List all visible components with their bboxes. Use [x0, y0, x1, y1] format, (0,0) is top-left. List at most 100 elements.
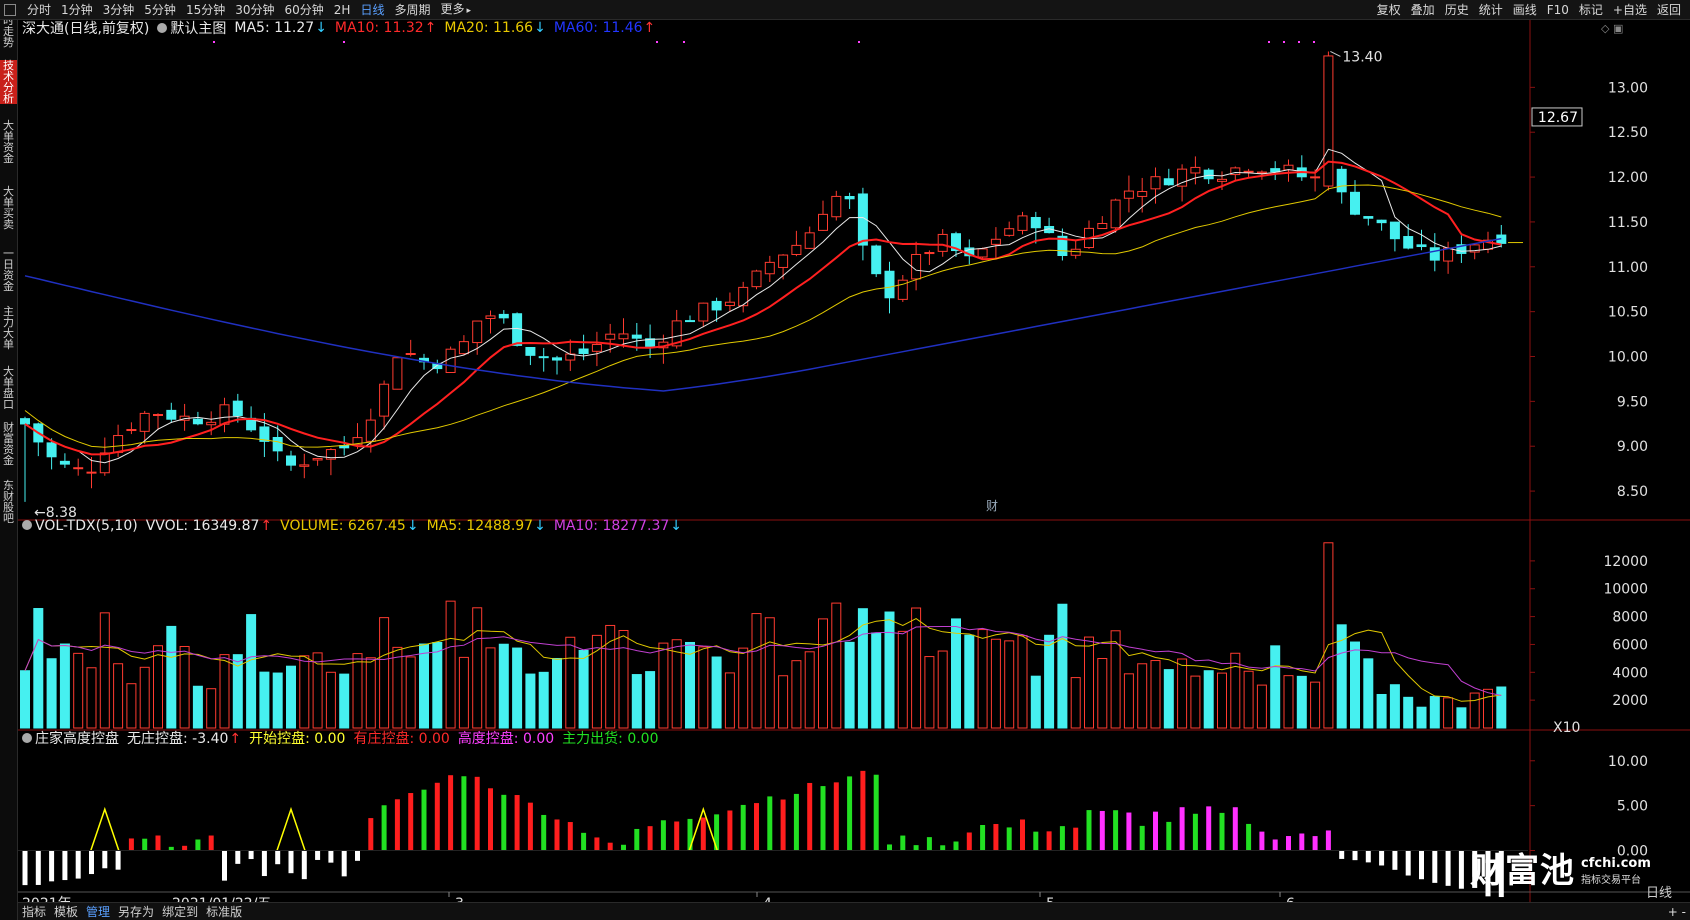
- period-tab-0[interactable]: 分时: [22, 0, 56, 20]
- indicator-bar: [607, 842, 613, 851]
- volume-bar-up: [778, 675, 789, 729]
- indicator-bar: [341, 850, 347, 877]
- candle-down: [1376, 219, 1387, 224]
- ma60-legend: MA60: 11.46: [554, 20, 655, 36]
- indicator-icon: [22, 733, 32, 743]
- indicator-bar: [847, 776, 853, 851]
- indicator-bar: [1458, 850, 1464, 889]
- bottom-tab-3[interactable]: 另存为: [114, 903, 158, 920]
- candle-up: [1004, 228, 1015, 236]
- bottom-tab-1[interactable]: 模板: [50, 903, 82, 920]
- volume-bar-down: [1057, 603, 1068, 729]
- left-nav-item-1[interactable]: 技术分析: [0, 60, 17, 104]
- tool-button-2[interactable]: 历史: [1440, 0, 1474, 20]
- left-nav-item-6[interactable]: 大单盘口: [0, 366, 17, 410]
- volume-bar-up: [658, 642, 669, 729]
- bottom-tab-5[interactable]: 标准版: [202, 903, 246, 920]
- candle-down: [20, 418, 30, 425]
- period-tab-10[interactable]: 更多: [435, 0, 476, 21]
- volume-bar-down: [1203, 670, 1214, 729]
- candle-down: [884, 270, 895, 299]
- period-tab-3[interactable]: 5分钟: [139, 0, 181, 20]
- price-tick-label: 9.00: [1617, 439, 1648, 455]
- bottom-tabs: 指标 模板 管理 另存为 绑定到 标准版: [18, 903, 246, 920]
- left-nav-item-7[interactable]: 财富资金: [0, 422, 17, 466]
- template-select[interactable]: 默认主图: [157, 18, 226, 38]
- candle-up: [1150, 176, 1161, 190]
- volume-title[interactable]: VOL-TDX(5,10): [22, 518, 138, 534]
- panel-control-icons[interactable]: ◇ ▣: [1601, 22, 1623, 35]
- indicator-tick-label: 5.00: [1617, 799, 1648, 815]
- candle-down: [578, 348, 589, 354]
- price-tick-label: 12.50: [1608, 125, 1648, 141]
- left-nav-item-4[interactable]: 一日资金: [0, 248, 17, 292]
- indicator-bar: [754, 803, 759, 851]
- left-nav-item-2[interactable]: 大单资金: [0, 120, 17, 164]
- volume-bar-down: [538, 671, 549, 729]
- zhuang-control-legend: 有庄控盘: 0.00: [353, 731, 450, 747]
- candle-up: [764, 261, 775, 275]
- tool-button-6[interactable]: 标记: [1574, 0, 1608, 20]
- tool-button-5[interactable]: F10: [1542, 0, 1574, 20]
- period-tab-8[interactable]: 日线: [355, 0, 389, 20]
- vol-ma5-legend: MA5: 12488.97: [427, 518, 546, 534]
- candle-up: [1310, 176, 1321, 179]
- volume-tick-label: 12000: [1603, 554, 1648, 570]
- period-tab-7[interactable]: 2H: [329, 0, 356, 20]
- tool-button-3[interactable]: 统计: [1474, 0, 1508, 20]
- candle-up: [139, 412, 150, 432]
- price-tick-label: 10.00: [1608, 350, 1648, 366]
- left-nav-item-3[interactable]: 大单买卖: [0, 186, 17, 230]
- start-control-marker: [276, 806, 306, 851]
- candle-up: [312, 458, 323, 461]
- indicator-bar: [594, 837, 600, 851]
- period-tab-2[interactable]: 3分钟: [98, 0, 140, 20]
- stock-title[interactable]: 深大通(日线,前复权): [22, 18, 149, 38]
- bottom-tab-2[interactable]: 管理: [82, 903, 114, 920]
- period-tab-6[interactable]: 60分钟: [280, 0, 329, 20]
- tool-button-0[interactable]: 复权: [1372, 0, 1406, 20]
- indicator-bar: [1059, 826, 1065, 851]
- volume-bar-up: [1084, 636, 1094, 729]
- volume-bar-up: [1070, 677, 1081, 729]
- volume-bar-down: [1044, 634, 1055, 729]
- tool-button-7[interactable]: +自选: [1608, 0, 1652, 20]
- volume-bar-up: [804, 651, 815, 729]
- volume-legend: VOL-TDX(5,10) VVOL: 16349.87 VOLUME: 626…: [22, 518, 690, 534]
- tool-button-8[interactable]: 返回: [1652, 0, 1686, 20]
- event-dot: [1283, 41, 1285, 43]
- indicator-bar: [1073, 827, 1079, 851]
- ma60-line: [24, 237, 1502, 392]
- candle-down: [685, 320, 695, 323]
- indicator-bar: [368, 818, 374, 851]
- left-nav-item-8[interactable]: 东财股吧: [0, 480, 17, 524]
- period-tab-5[interactable]: 30分钟: [230, 0, 279, 20]
- indicator-bar: [474, 776, 480, 851]
- tool-button-4[interactable]: 画线: [1508, 0, 1542, 20]
- bottom-tab-0[interactable]: 指标: [18, 903, 50, 920]
- start-control-marker: [90, 806, 120, 851]
- indicator-title[interactable]: 庄家高度控盘: [22, 728, 119, 748]
- period-tab-4[interactable]: 15分钟: [181, 0, 230, 20]
- volume-bar-down: [1350, 641, 1360, 729]
- indicator-bar: [142, 838, 148, 851]
- indicator-bar: [860, 770, 866, 851]
- period-tab-1[interactable]: 1分钟: [56, 0, 98, 20]
- volume-bar-up: [73, 652, 84, 729]
- volume-bar-up: [458, 656, 469, 729]
- volume-bar-up: [472, 607, 483, 729]
- bottom-tab-4[interactable]: 绑定到: [158, 903, 202, 920]
- period-tab-9[interactable]: 多周期: [389, 0, 435, 20]
- left-nav-item-5[interactable]: 主力大单: [0, 306, 17, 350]
- candle-down: [1389, 221, 1400, 240]
- tool-button-1[interactable]: 叠加: [1406, 0, 1440, 20]
- chart-canvas[interactable]: 13.00 12.50 12.00 11.50 11.00 10.50 10.00 9.50 9…: [18, 20, 1690, 902]
- zoom-controls[interactable]: + -: [1668, 903, 1686, 920]
- volume-bar-down: [525, 673, 536, 729]
- candle-down: [844, 196, 855, 200]
- indicator-legend: 庄家高度控盘 无庄控盘: -3.40 开始控盘: 0.00 有庄控盘: 0.00…: [22, 728, 667, 748]
- menu-icon[interactable]: [4, 4, 16, 16]
- main-legend: 深大通(日线,前复权) 默认主图 MA5: 11.27 MA10: 11.32 …: [22, 18, 663, 38]
- indicator-bar: [49, 850, 55, 882]
- candle-down: [192, 418, 203, 425]
